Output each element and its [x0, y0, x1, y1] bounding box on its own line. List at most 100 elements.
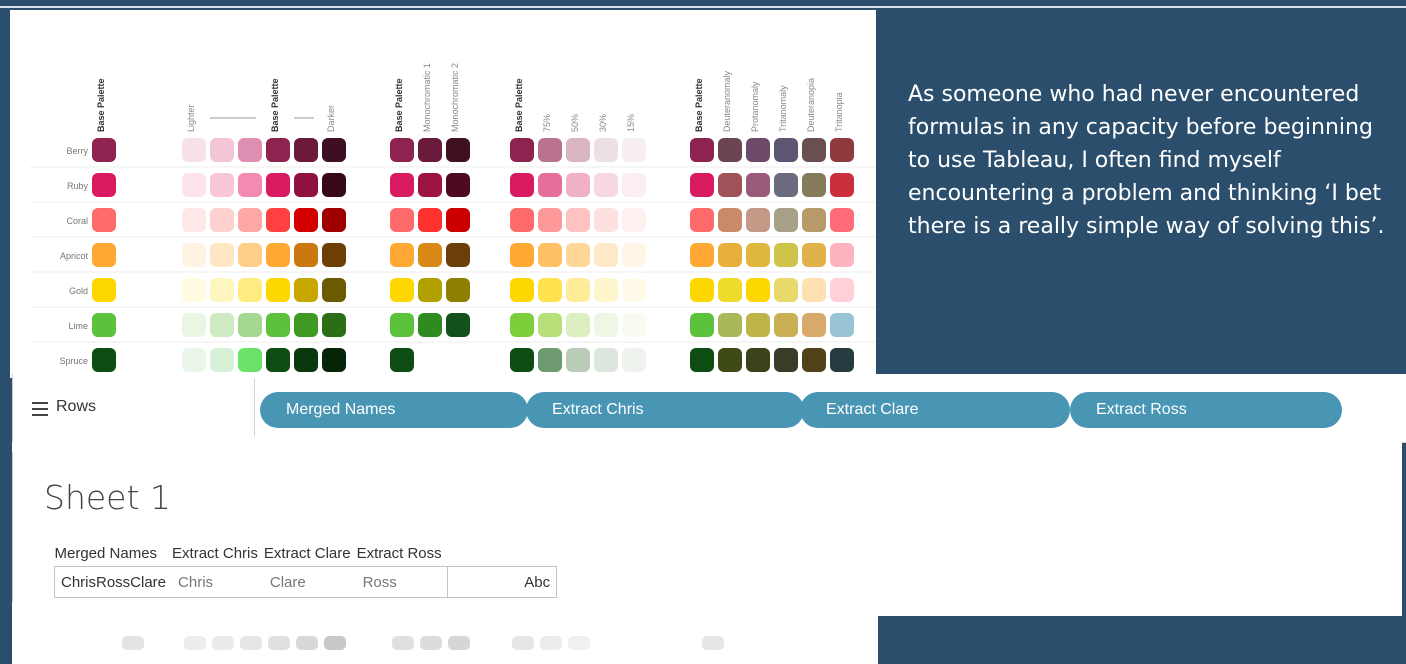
color-swatch — [538, 173, 562, 197]
color-swatch — [390, 348, 414, 372]
color-swatch — [690, 208, 714, 232]
color-swatch — [774, 313, 798, 337]
sheet-area-extension — [878, 442, 1402, 616]
column-header[interactable]: Extract Clare — [264, 540, 357, 567]
color-swatch — [622, 243, 646, 267]
color-swatch — [210, 278, 234, 302]
color-swatch — [510, 208, 534, 232]
color-swatch — [566, 208, 590, 232]
shelf-divider — [254, 378, 255, 436]
caption-text: As someone who had never encountered for… — [908, 82, 1385, 239]
color-swatch — [594, 138, 618, 162]
palette-column-header: Base Palette — [514, 78, 524, 132]
color-swatch — [182, 278, 206, 302]
color-swatch — [774, 138, 798, 162]
color-swatch — [830, 138, 854, 162]
color-swatch — [238, 208, 262, 232]
palette-column-header: 75% — [542, 114, 552, 132]
color-swatch — [622, 278, 646, 302]
palette-column-header: Tritanomaly — [778, 85, 788, 132]
table-cell[interactable]: Chris — [172, 566, 264, 598]
color-swatch — [418, 173, 442, 197]
color-swatch — [690, 313, 714, 337]
color-swatch — [594, 173, 618, 197]
color-palette-grid: Base Palette Lighter Base Palette Darker Bas… — [30, 63, 876, 378]
color-swatch — [718, 138, 742, 162]
color-swatch — [510, 138, 534, 162]
pill-label: Extract Clare — [826, 401, 919, 418]
color-swatch — [266, 208, 290, 232]
color-swatch — [538, 243, 562, 267]
palette-column-header: Monochromatic 1 — [422, 63, 432, 132]
table-cell[interactable]: Clare — [263, 566, 357, 598]
table-cell[interactable]: ChrisRossClare — [54, 566, 173, 598]
color-swatch — [390, 278, 414, 302]
shelf-border — [12, 374, 13, 442]
color-swatch — [446, 173, 470, 197]
pill-merged-names[interactable]: Merged Names — [260, 392, 528, 428]
color-swatch — [538, 348, 562, 372]
column-header[interactable]: Merged Names — [55, 540, 173, 567]
color-swatch — [182, 208, 206, 232]
pill-extract-clare[interactable]: Extract Clare — [800, 392, 1070, 428]
color-swatch — [802, 173, 826, 197]
palette-column-header: Protanomaly — [750, 81, 760, 132]
palette-row-label: Berry — [66, 146, 88, 156]
column-header-empty — [448, 540, 557, 567]
color-swatch — [510, 348, 534, 372]
color-swatch — [390, 138, 414, 162]
color-swatch — [266, 138, 290, 162]
color-swatch — [446, 243, 470, 267]
color-swatch — [746, 173, 770, 197]
palette-row-label: Ruby — [67, 181, 89, 191]
color-swatch — [92, 243, 116, 267]
color-swatch — [802, 138, 826, 162]
pill-label: Extract Chris — [552, 401, 644, 418]
color-swatch — [92, 138, 116, 162]
pill-extract-chris[interactable]: Extract Chris — [526, 392, 804, 428]
palette-column-header: Deuteranopia — [806, 78, 816, 132]
color-swatch — [622, 348, 646, 372]
color-swatch — [182, 138, 206, 162]
pill-extract-ross[interactable]: Extract Ross — [1070, 392, 1342, 428]
sheet-panel: Sheet 1 Merged Names Extract Chris Extra… — [12, 442, 878, 664]
color-swatch — [446, 208, 470, 232]
palette-column-header: 30% — [598, 114, 608, 132]
color-swatch — [718, 243, 742, 267]
color-swatch — [390, 313, 414, 337]
color-swatch — [182, 348, 206, 372]
column-header[interactable]: Extract Chris — [172, 540, 264, 567]
color-swatch — [802, 313, 826, 337]
color-swatch — [294, 243, 318, 267]
color-swatch — [538, 208, 562, 232]
palette-row-label: Lime — [68, 321, 88, 331]
color-swatch — [238, 348, 262, 372]
color-swatch — [538, 278, 562, 302]
color-swatch — [802, 208, 826, 232]
column-header[interactable]: Extract Ross — [357, 540, 448, 567]
color-swatch — [418, 278, 442, 302]
color-swatch — [238, 243, 262, 267]
table-cell[interactable]: Ross — [356, 566, 448, 598]
color-swatch — [322, 348, 346, 372]
color-swatch — [446, 278, 470, 302]
color-swatch — [238, 278, 262, 302]
color-swatch — [830, 278, 854, 302]
color-swatch — [210, 243, 234, 267]
table-header-row: Merged Names Extract Chris Extract Clare… — [55, 540, 557, 567]
top-rule — [0, 6, 1406, 8]
color-swatch — [774, 243, 798, 267]
color-swatch — [182, 243, 206, 267]
color-swatch — [390, 208, 414, 232]
palette-column-header: Lighter — [186, 104, 196, 132]
color-swatch — [210, 138, 234, 162]
palette-row-label: Gold — [69, 286, 88, 296]
color-swatch — [266, 348, 290, 372]
color-swatch — [210, 348, 234, 372]
color-swatch — [266, 313, 290, 337]
color-swatch — [182, 313, 206, 337]
color-swatch — [746, 278, 770, 302]
rows-label: Rows — [56, 398, 97, 415]
color-swatch — [718, 348, 742, 372]
color-swatch — [746, 243, 770, 267]
